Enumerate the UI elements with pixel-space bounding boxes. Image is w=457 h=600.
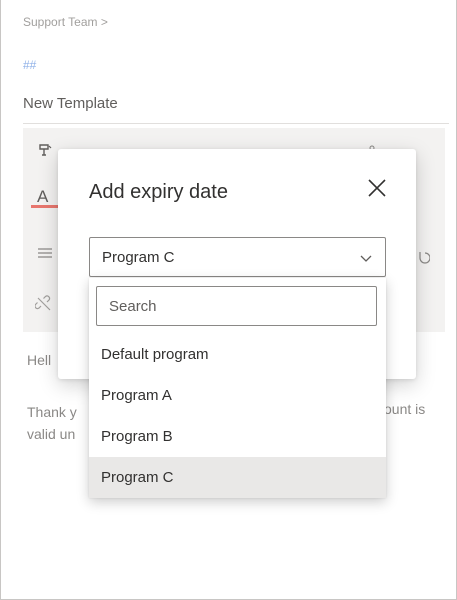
program-dropdown: Default program Program A Program B Prog… xyxy=(89,278,386,498)
chevron-down-icon xyxy=(360,255,372,262)
search-input[interactable] xyxy=(96,286,377,326)
align-icon[interactable] xyxy=(37,247,53,264)
email-body-line: Thank y xyxy=(27,404,77,420)
program-select[interactable]: Program C xyxy=(89,237,386,277)
dropdown-option-program-c[interactable]: Program C xyxy=(89,457,386,498)
close-icon xyxy=(368,179,386,197)
dialog-title: Add expiry date xyxy=(89,181,228,203)
program-select-value: Program C xyxy=(102,249,175,266)
undo-icon[interactable] xyxy=(416,250,431,269)
dropdown-option-program-a[interactable]: Program A xyxy=(89,375,386,416)
template-placeholder-hash: ## xyxy=(23,58,37,72)
email-body-fragment: ount is xyxy=(384,401,426,417)
divider xyxy=(23,123,449,124)
font-color-icon[interactable]: A xyxy=(37,188,48,205)
unlink-icon[interactable] xyxy=(34,295,53,316)
email-body-text: Thank y valid un xyxy=(27,401,77,445)
dropdown-option-default-program[interactable]: Default program xyxy=(89,334,386,375)
email-body-line: valid un xyxy=(27,426,76,442)
dropdown-option-program-b[interactable]: Program B xyxy=(89,416,386,457)
close-button[interactable] xyxy=(362,173,392,203)
email-body-greeting: Hell xyxy=(27,352,52,368)
breadcrumb[interactable]: Support Team > xyxy=(23,15,108,29)
template-title: New Template xyxy=(23,95,118,112)
format-painter-icon[interactable] xyxy=(37,142,55,163)
font-color-swatch xyxy=(31,205,61,208)
